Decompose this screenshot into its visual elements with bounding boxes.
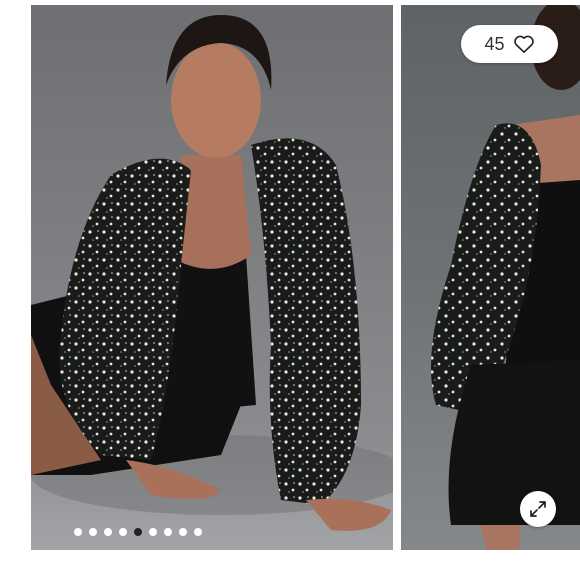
like-button[interactable]: 45	[461, 25, 558, 63]
carousel-dot[interactable]	[179, 528, 187, 536]
carousel-dot[interactable]	[149, 528, 157, 536]
expand-image-button[interactable]	[520, 491, 556, 527]
heart-outline-icon	[513, 35, 534, 53]
carousel-dot[interactable]	[194, 528, 202, 536]
model-front-illustration	[31, 15, 393, 531]
model-back-illustration	[431, 5, 580, 550]
carousel-dot[interactable]	[119, 528, 127, 536]
product-photo-back[interactable]	[401, 5, 580, 550]
like-count: 45	[484, 33, 505, 54]
carousel-dot[interactable]	[164, 528, 172, 536]
carousel-dot[interactable]	[104, 528, 112, 536]
carousel-dot[interactable]	[74, 528, 82, 536]
carousel-dot-active[interactable]	[134, 528, 142, 536]
expand-diagonal-icon	[530, 501, 546, 517]
carousel-dot[interactable]	[89, 528, 97, 536]
product-photo-front[interactable]	[31, 5, 393, 550]
carousel-dots	[74, 528, 202, 536]
